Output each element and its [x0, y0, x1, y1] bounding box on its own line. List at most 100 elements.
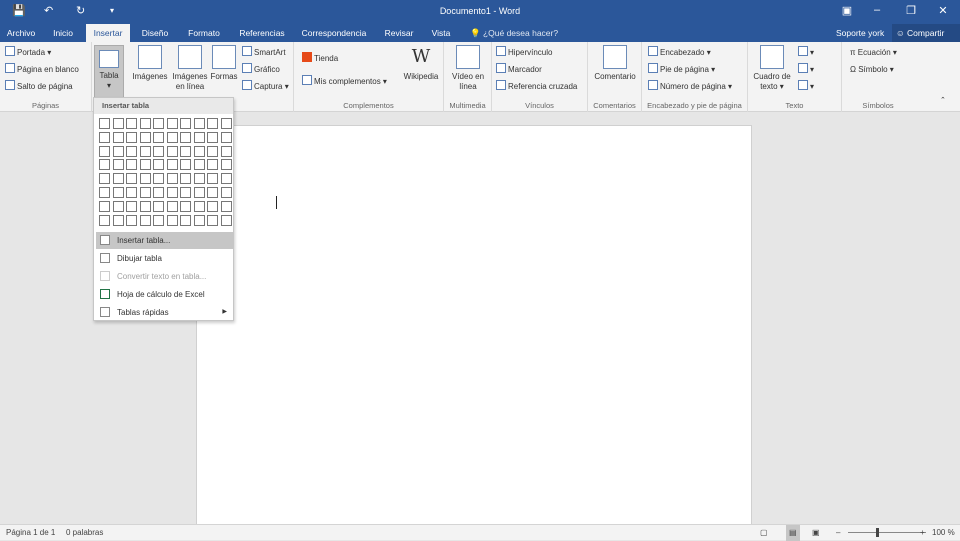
salto-de-pagina-button[interactable]: Salto de página [5, 80, 73, 94]
table-grid-cell[interactable] [193, 200, 205, 212]
table-grid-cell[interactable] [193, 214, 205, 226]
quick-parts-button[interactable]: ▾ [798, 46, 814, 60]
tienda-button[interactable]: Tienda [302, 52, 338, 66]
table-grid-cell[interactable] [126, 200, 137, 212]
tab-vista[interactable]: Vista [426, 24, 456, 42]
tab-formato[interactable]: Formato [182, 24, 226, 42]
table-grid-cell[interactable] [99, 186, 110, 198]
simbolo-button[interactable]: Ω Símbolo ▾ [850, 63, 894, 77]
table-grid-cell[interactable] [193, 186, 205, 198]
page-count[interactable]: Página 1 de 1 [6, 525, 55, 541]
table-grid-cell[interactable] [126, 159, 137, 171]
table-grid-cell[interactable] [166, 214, 178, 226]
tab-diseno[interactable]: Diseño [136, 24, 174, 42]
table-grid-cell[interactable] [112, 118, 124, 129]
table-grid-cell[interactable] [112, 214, 124, 226]
table-grid-cell[interactable] [166, 118, 178, 129]
tablas-rapidas-item[interactable]: Tablas rápidas ▶ [96, 304, 233, 321]
table-grid-cell[interactable] [126, 131, 137, 143]
table-grid-cell[interactable] [99, 131, 110, 143]
smartart-button[interactable]: SmartArt [242, 46, 286, 60]
account-name[interactable]: Soporte york [836, 24, 884, 42]
print-layout-icon[interactable]: ▤ [786, 525, 800, 541]
table-grid-cell[interactable] [220, 159, 232, 171]
comentario-button[interactable]: Comentario [590, 45, 640, 82]
word-count[interactable]: 0 palabras [66, 525, 103, 541]
portada-button[interactable]: Portada ▾ [5, 46, 51, 60]
marcador-button[interactable]: Marcador [496, 63, 542, 77]
read-mode-icon[interactable]: ▢ [760, 525, 768, 541]
insertar-tabla-item[interactable]: Insertar tabla... [96, 232, 233, 249]
wordart-button[interactable]: ▾ [798, 63, 814, 77]
table-grid-cell[interactable] [139, 159, 151, 171]
table-grid-cell[interactable] [207, 145, 218, 157]
table-grid-cell[interactable] [207, 131, 218, 143]
zoom-slider-track[interactable] [848, 532, 926, 533]
wikipedia-button[interactable]: W Wikipedia [400, 45, 442, 82]
tab-referencias[interactable]: Referencias [234, 24, 290, 42]
minimize-button[interactable]: – [867, 4, 887, 16]
collapse-ribbon-icon[interactable]: ⌃ [940, 94, 946, 108]
table-grid-cell[interactable] [139, 173, 151, 185]
table-grid-cell[interactable] [180, 159, 191, 171]
table-grid-cell[interactable] [99, 145, 110, 157]
table-grid-cell[interactable] [126, 186, 137, 198]
table-grid-cell[interactable] [139, 214, 151, 226]
table-grid-cell[interactable] [207, 200, 218, 212]
table-grid-cell[interactable] [99, 173, 110, 185]
table-grid-cell[interactable] [180, 131, 191, 143]
web-layout-icon[interactable]: ▣ [812, 525, 820, 541]
cuadro-de-texto-button[interactable]: Cuadro de texto ▾ [750, 45, 794, 92]
table-grid-cell[interactable] [180, 118, 191, 129]
captura-button[interactable]: Captura ▾ [242, 80, 289, 94]
table-grid-cell[interactable] [166, 200, 178, 212]
table-grid-cell[interactable] [220, 173, 232, 185]
table-grid-cell[interactable] [220, 118, 232, 129]
table-grid-cell[interactable] [126, 145, 137, 157]
tab-correspondencia[interactable]: Correspondencia [298, 24, 370, 42]
imagenes-en-linea-button[interactable]: Imágenes en línea [170, 45, 210, 92]
pie-de-pagina-button[interactable]: Pie de página ▾ [648, 63, 715, 77]
table-grid-cell[interactable] [112, 145, 124, 157]
tab-inicio[interactable]: Inicio [46, 24, 80, 42]
hoja-excel-item[interactable]: Hoja de cálculo de Excel [96, 286, 233, 303]
hipervinculo-button[interactable]: Hipervínculo [496, 46, 552, 60]
table-grid-cell[interactable] [193, 145, 205, 157]
table-grid-cell[interactable] [112, 200, 124, 212]
table-grid-cell[interactable] [126, 118, 137, 129]
table-grid-cell[interactable] [153, 200, 164, 212]
table-grid-cell[interactable] [220, 214, 232, 226]
tabla-button[interactable]: Tabla ▾ [94, 45, 124, 99]
video-en-linea-button[interactable]: Vídeo en línea [448, 45, 488, 92]
table-grid-picker[interactable] [98, 117, 233, 227]
table-grid-cell[interactable] [99, 200, 110, 212]
table-grid-cell[interactable] [112, 186, 124, 198]
numero-de-pagina-button[interactable]: Número de página ▾ [648, 80, 732, 94]
table-grid-cell[interactable] [193, 159, 205, 171]
table-grid-cell[interactable] [126, 173, 137, 185]
table-grid-cell[interactable] [153, 214, 164, 226]
table-grid-cell[interactable] [139, 118, 151, 129]
referencia-cruzada-button[interactable]: Referencia cruzada [496, 80, 577, 94]
pagina-en-blanco-button[interactable]: Página en blanco [5, 63, 79, 77]
table-grid-cell[interactable] [180, 186, 191, 198]
share-button[interactable]: ☺ Compartir [892, 24, 960, 42]
table-grid-cell[interactable] [139, 131, 151, 143]
table-grid-cell[interactable] [112, 159, 124, 171]
table-grid-cell[interactable] [112, 131, 124, 143]
table-grid-cell[interactable] [139, 186, 151, 198]
ribbon-display-icon[interactable]: ▣ [837, 4, 857, 17]
table-grid-cell[interactable] [153, 159, 164, 171]
zoom-level[interactable]: 100 % [932, 525, 955, 541]
table-grid-cell[interactable] [207, 173, 218, 185]
table-grid-cell[interactable] [153, 118, 164, 129]
dibujar-tabla-item[interactable]: Dibujar tabla [96, 250, 233, 267]
table-grid-cell[interactable] [166, 145, 178, 157]
table-grid-cell[interactable] [207, 159, 218, 171]
table-grid-cell[interactable] [166, 173, 178, 185]
table-grid-cell[interactable] [99, 118, 110, 129]
zoom-out-button[interactable]: – [836, 525, 840, 541]
table-grid-cell[interactable] [193, 131, 205, 143]
table-grid-cell[interactable] [180, 173, 191, 185]
table-grid-cell[interactable] [180, 200, 191, 212]
